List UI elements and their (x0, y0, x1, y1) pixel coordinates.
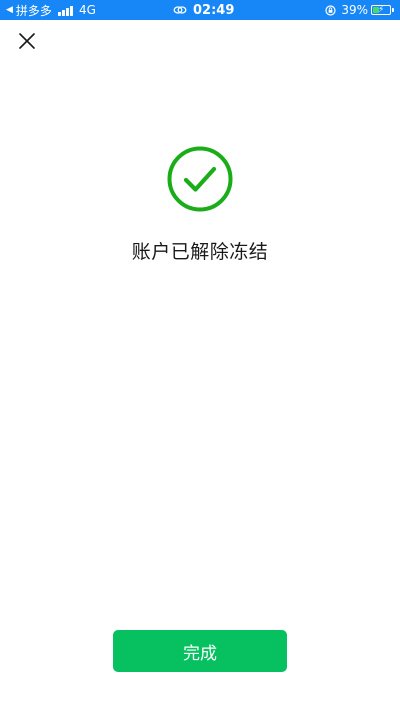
account-unfrozen-screen: ◀ 拼多多 4G 02:49 39% ⚡ 账户已解除冻结 完成 (0, 0, 400, 711)
link-icon (173, 5, 187, 15)
charging-bolt-icon: ⚡ (378, 5, 385, 15)
clock-time: 02:49 (193, 2, 235, 18)
check-circle-icon (167, 146, 233, 212)
signal-strength-icon (57, 5, 74, 16)
done-button[interactable]: 完成 (113, 630, 287, 672)
back-app-name: 拼多多 (15, 3, 52, 18)
close-icon (19, 33, 35, 49)
network-type: 4G (78, 3, 96, 17)
battery-percentage: 39% (341, 3, 368, 17)
status-message: 账户已解除冻结 (131, 241, 269, 263)
rotation-lock-icon (325, 4, 336, 16)
close-button[interactable] (14, 28, 40, 54)
battery-cap (392, 8, 394, 12)
battery-icon: ⚡ (371, 5, 391, 15)
back-arrow-icon: ◀ (6, 5, 13, 15)
status-center: 02:49 (173, 2, 234, 18)
status-bar: ◀ 拼多多 4G 02:49 39% ⚡ (0, 0, 400, 20)
back-to-app[interactable]: ◀ 拼多多 4G (6, 2, 96, 18)
status-right: 39% ⚡ (325, 2, 394, 18)
